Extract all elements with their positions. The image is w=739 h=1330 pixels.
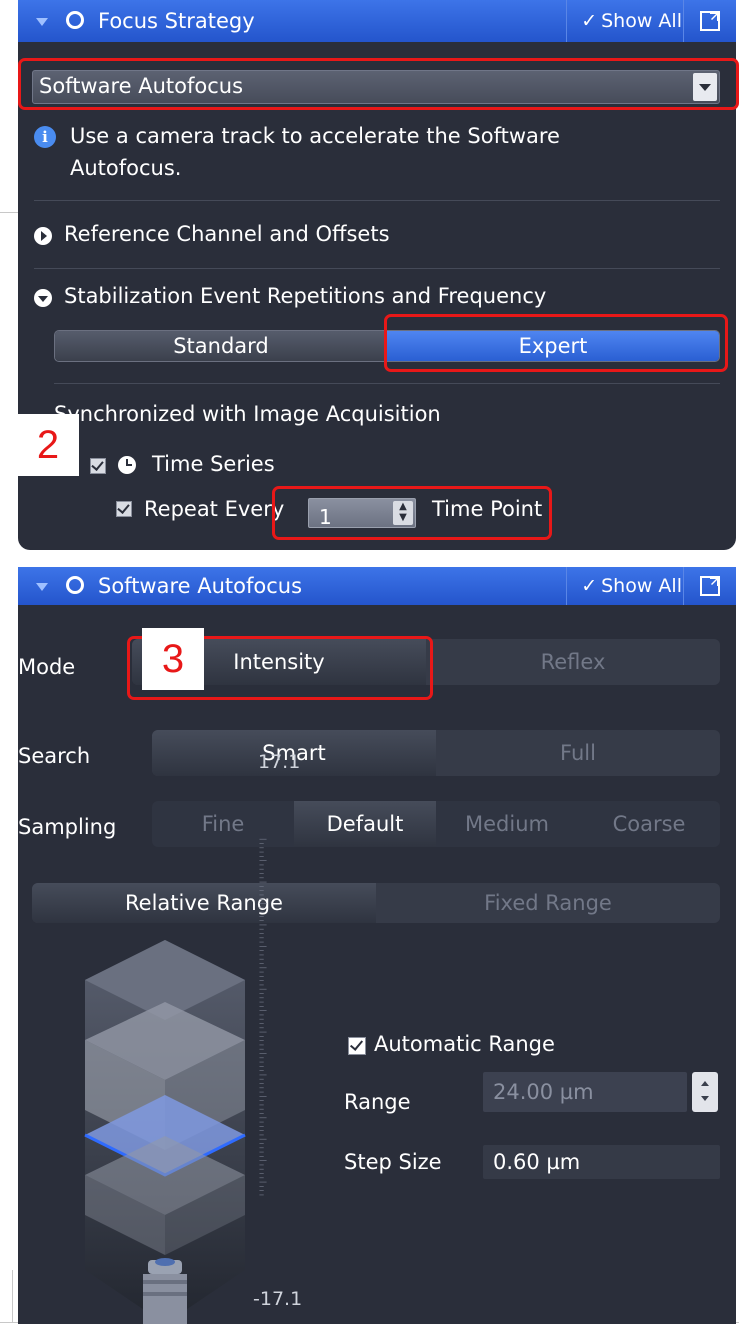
focus-strategy-titlebar[interactable]: Focus Strategy ✓ Show All (18, 0, 736, 42)
time-series-label: Time Series (152, 452, 275, 476)
range-input[interactable]: 24.00 µm (483, 1072, 687, 1112)
search-full-button[interactable]: Full (436, 730, 720, 776)
sampling-label: Sampling (18, 815, 117, 839)
relative-range-button[interactable]: Relative Range (32, 883, 376, 923)
highlight-expert-mode (384, 314, 728, 372)
collapse-down-icon[interactable] (34, 289, 52, 307)
sampling-fine-button[interactable]: Fine (152, 801, 294, 847)
info-message: Use a camera track to accelerate the Sof… (70, 124, 560, 180)
repeat-every-label: Repeat Every (144, 497, 285, 521)
clock-icon (118, 456, 136, 474)
range-label: Range (344, 1090, 411, 1114)
range-type-segmented-control: Relative Range Fixed Range (32, 883, 720, 923)
background-divider (0, 212, 18, 213)
background-divider (12, 1270, 13, 1322)
focus-range-illustration (84, 940, 246, 1324)
popout-button[interactable] (683, 567, 736, 605)
section-reference-channel[interactable]: Reference Channel and Offsets (64, 222, 390, 246)
z-scale-ruler (259, 838, 267, 1196)
range-stepper[interactable] (692, 1072, 718, 1112)
section-divider (34, 200, 720, 201)
section-stabilization[interactable]: Stabilization Event Repetitions and Freq… (64, 284, 546, 308)
sync-heading: Synchronized with Image Acquisition (54, 402, 441, 426)
sampling-default-button[interactable]: Default (294, 801, 436, 847)
sampling-coarse-button[interactable]: Coarse (578, 801, 720, 847)
search-label: Search (18, 744, 91, 768)
automatic-range-checkbox[interactable] (348, 1037, 366, 1055)
mode-reflex-button[interactable]: Reflex (426, 639, 720, 685)
checkmark-icon: ✓ (581, 10, 598, 32)
popout-icon (700, 11, 720, 31)
annotation-badge-2: 2 (17, 414, 79, 476)
software-autofocus-titlebar[interactable]: Software Autofocus ✓ Show All (18, 567, 736, 605)
collapse-triangle-icon[interactable] (36, 583, 48, 591)
popout-button[interactable] (683, 0, 736, 42)
mode-label: Mode (18, 655, 76, 679)
highlight-repeat-every (272, 486, 552, 540)
time-series-checkbox[interactable] (90, 458, 106, 474)
checkmark-icon: ✓ (581, 575, 598, 597)
panel-title: Focus Strategy (98, 9, 255, 33)
sampling-segmented-control: Fine Default Medium Coarse (152, 801, 720, 847)
section-divider (54, 383, 720, 384)
popout-icon (700, 576, 720, 596)
automatic-range-label: Automatic Range (374, 1032, 555, 1056)
show-all-toggle[interactable]: ✓ Show All (566, 0, 682, 42)
expand-right-icon[interactable] (34, 227, 52, 245)
step-size-label: Step Size (344, 1150, 442, 1174)
section-divider (34, 268, 720, 269)
info-icon: i (34, 126, 56, 148)
collapse-triangle-icon[interactable] (36, 18, 48, 26)
tool-ring-icon (66, 576, 84, 594)
annotation-badge-3: 3 (142, 628, 204, 690)
show-all-toggle[interactable]: ✓ Show All (566, 567, 682, 605)
repeat-every-checkbox[interactable] (116, 501, 132, 517)
fixed-range-button[interactable]: Fixed Range (376, 883, 720, 923)
highlight-focus-method (18, 58, 739, 110)
panel-title: Software Autofocus (98, 574, 303, 598)
objective-icon (143, 1258, 187, 1324)
step-size-value: 0.60 µm (483, 1145, 720, 1179)
show-all-label: Show All (601, 575, 682, 597)
mode-standard-button[interactable]: Standard (55, 331, 387, 361)
scale-bottom-label: -17.1 (253, 1288, 303, 1310)
show-all-label: Show All (601, 10, 682, 32)
tool-ring-icon (66, 11, 84, 29)
sampling-medium-button[interactable]: Medium (436, 801, 578, 847)
search-segmented-control: Smart Full (152, 730, 720, 776)
scale-top-label: 17.1 (258, 751, 301, 773)
